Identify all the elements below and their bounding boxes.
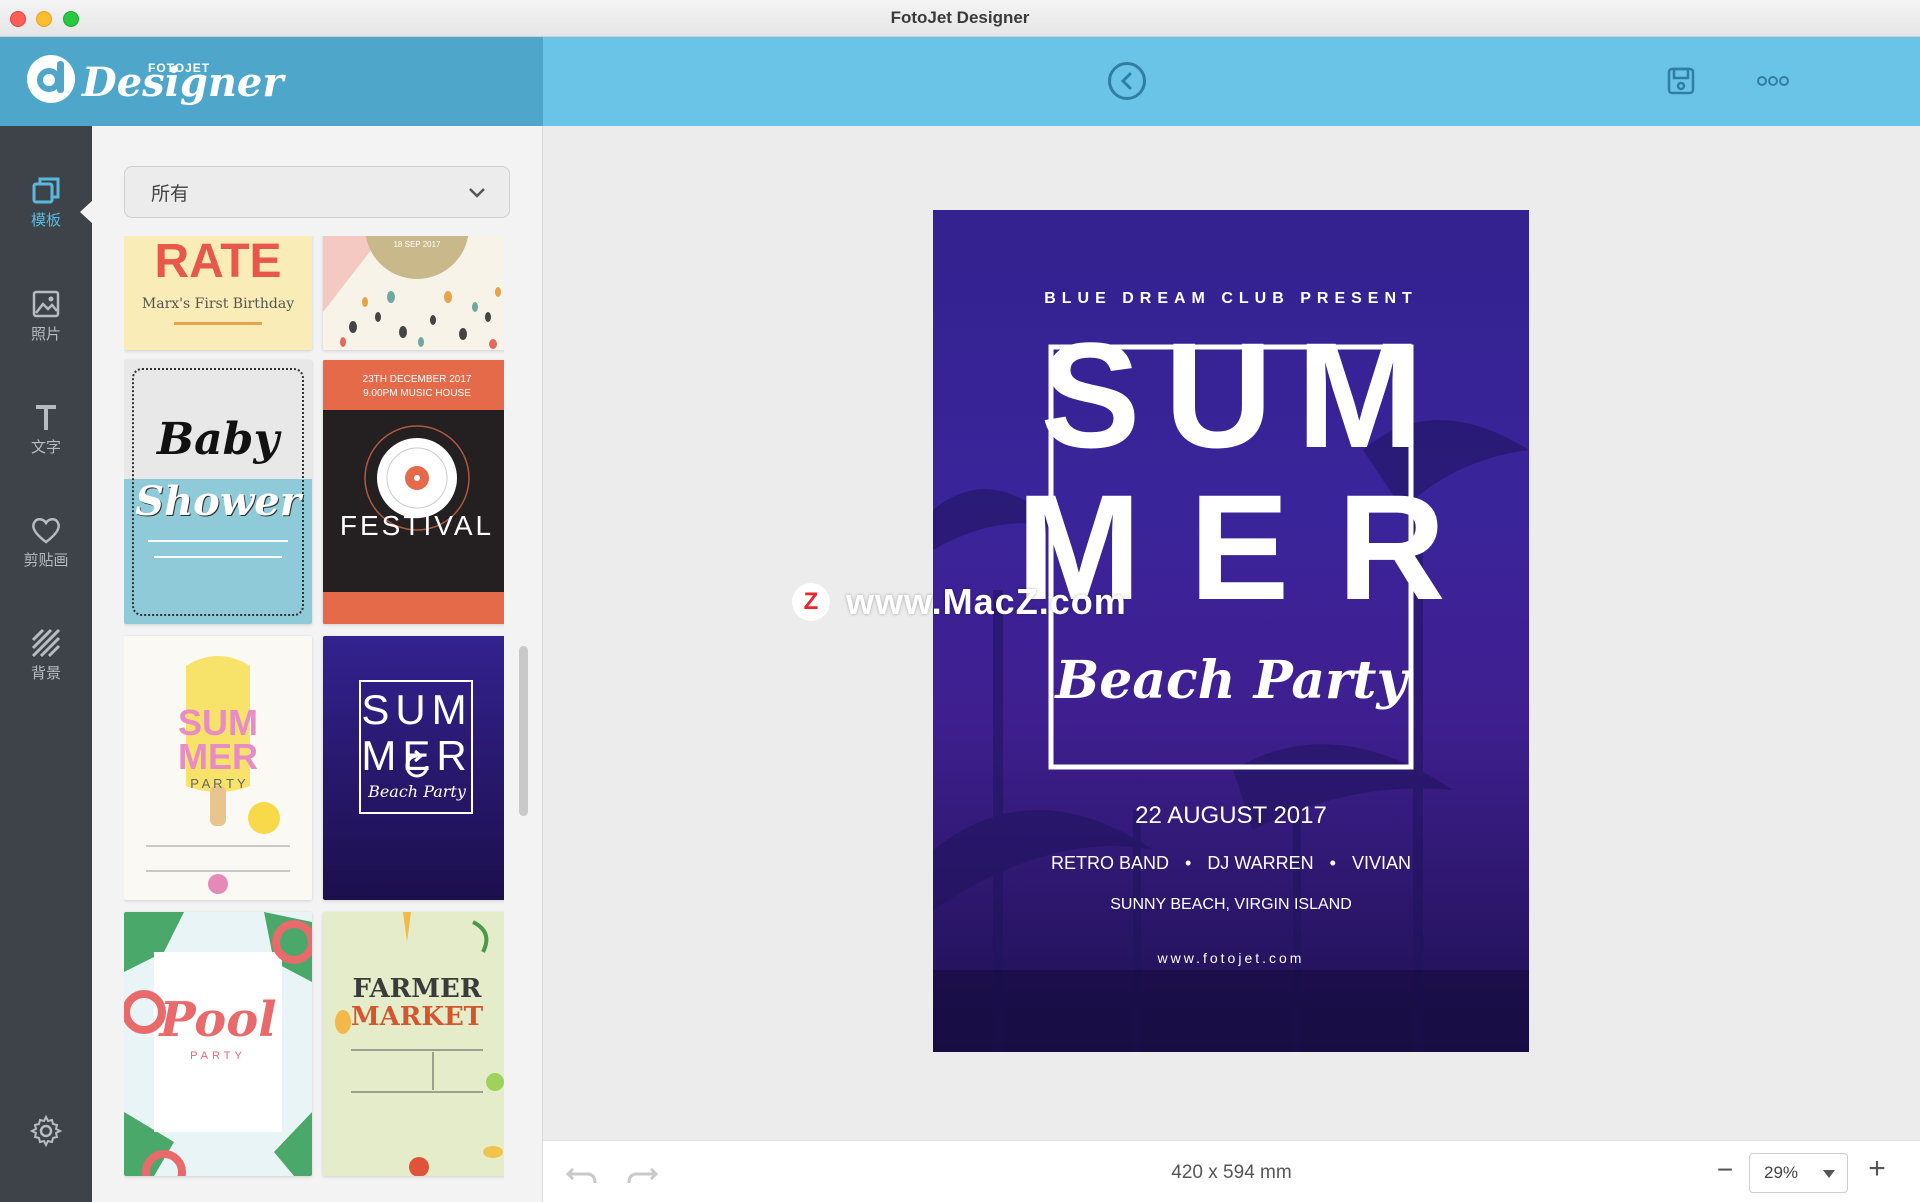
background-icon (31, 628, 61, 657)
caret-down-icon (1823, 1170, 1835, 1178)
sidebar-item-clipart[interactable]: 剪贴画 (0, 498, 92, 584)
template-thumb-text: 23TH DECEMBER 2017 (362, 374, 472, 385)
template-thumb-text: MER (178, 736, 258, 777)
poster-website[interactable]: www.fotojet.com (933, 950, 1529, 966)
sidebar-item-background[interactable]: 背景 (0, 611, 92, 697)
zoom-select[interactable]: 29% (1749, 1153, 1848, 1193)
sidebar-item-photos[interactable]: 照片 (0, 272, 92, 358)
template-thumb[interactable]: FARMER MARKET (323, 912, 504, 1176)
title-bar: FotoJet Designer (0, 0, 1920, 37)
logo-text: Designer (82, 59, 284, 106)
sidebar-item-text[interactable]: 文字 (0, 385, 92, 471)
sidebar: 模板 照片 文字 剪贴画 背景 (0, 126, 93, 1202)
more-icon (1757, 76, 1789, 86)
watermark-badge: Z (792, 583, 830, 621)
bullet-icon: • (1185, 853, 1192, 873)
zoom-out-button[interactable]: − (1713, 1156, 1737, 1185)
watermark: Z www.MacZ.com (792, 580, 1127, 624)
sidebar-item-label: 文字 (30, 438, 61, 456)
template-thumb[interactable]: RATE Marx's First Birthday (124, 236, 312, 350)
canvas-area: BLUE DREAM CLUB PRESENT SUM MER Beach Pa… (543, 126, 1920, 1140)
template-thumb-text: Marx's First Birthday (141, 296, 295, 312)
bullet-icon: • (1329, 853, 1336, 873)
sidebar-item-templates[interactable]: 模板 (0, 158, 93, 244)
sidebar-item-label: 照片 (30, 325, 61, 343)
back-button[interactable] (1108, 62, 1146, 100)
template-thumb[interactable]: Baby Shower (124, 360, 312, 624)
window-title: FotoJet Designer (890, 8, 1030, 27)
poster-band: DJ WARREN (1207, 853, 1314, 873)
save-button[interactable] (1661, 61, 1701, 101)
template-thumb-text: FESTIVAL (339, 510, 495, 541)
text-icon (36, 404, 56, 430)
template-thumb-art (323, 236, 501, 349)
chevron-down-icon (469, 188, 485, 198)
category-selected: 所有 (151, 183, 190, 205)
heart-icon (32, 517, 60, 544)
template-thumb-text: 18 SEP 2017 (393, 240, 441, 249)
app-header-brand: FOTOJET Designer (0, 37, 543, 126)
poster-title-line1[interactable]: SUM (933, 320, 1529, 470)
poster-date[interactable]: 22 AUGUST 2017 (933, 802, 1529, 830)
chevron-left-icon (1120, 72, 1132, 90)
vegetable-art (335, 912, 504, 1176)
template-thumb[interactable]: Pool PARTY (124, 912, 312, 1176)
template-thumb-text: Pool (159, 992, 277, 1048)
template-thumb-text: 9.00PM MUSIC HOUSE (363, 388, 471, 399)
template-thumb-text: P A R T Y (190, 776, 246, 791)
template-thumb-text: Shower (135, 478, 301, 525)
settings-button[interactable] (0, 1102, 92, 1162)
more-button[interactable] (1751, 65, 1795, 97)
template-panel: 所有 RATE Marx's First Birthday 18 SEP 201… (92, 126, 543, 1202)
template-thumb[interactable]: 18 SEP 2017 (323, 236, 504, 350)
category-dropdown[interactable]: 所有 (124, 166, 510, 218)
poster-presenter[interactable]: BLUE DREAM CLUB PRESENT (933, 290, 1529, 308)
template-icon (32, 177, 60, 203)
zoom-in-button[interactable]: + (1865, 1154, 1889, 1185)
app-toolbar (543, 37, 1920, 126)
refresh-icon (405, 749, 429, 778)
poster-canvas[interactable]: BLUE DREAM CLUB PRESENT SUM MER Beach Pa… (933, 210, 1529, 1052)
template-thumb-selected[interactable]: SUM MER Beach Party (323, 636, 504, 900)
poster-location[interactable]: SUNNY BEACH, VIRGIN ISLAND (933, 896, 1529, 914)
template-thumb-text: Baby (156, 414, 280, 465)
bottom-bar: 420 x 594 mm − 29% + (543, 1140, 1920, 1202)
poster-script[interactable]: Beach Party (933, 650, 1529, 711)
save-icon (1667, 67, 1695, 95)
logo-icon (27, 55, 75, 103)
template-thumb-text: Beach Party (368, 782, 466, 801)
photo-icon (32, 290, 60, 317)
template-grid: RATE Marx's First Birthday 18 SEP 2017 B… (124, 236, 504, 1202)
template-thumb-text: RATE (154, 236, 282, 288)
template-thumb[interactable]: 23TH DECEMBER 2017 9.00PM MUSIC HOUSE FE… (323, 360, 504, 624)
poster-lineup[interactable]: RETRO BAND • DJ WARREN • VIVIAN (933, 853, 1529, 874)
zoom-value: 29% (1764, 1163, 1799, 1182)
poster-band: RETRO BAND (1050, 853, 1169, 873)
sidebar-item-label: 剪贴画 (23, 551, 69, 569)
poster-band: VIVIAN (1351, 853, 1411, 873)
gear-icon (29, 1114, 63, 1148)
watermark-text: www.MacZ.com (846, 581, 1127, 622)
template-thumb-text: PARTY (190, 1050, 246, 1062)
template-thumb[interactable]: SUM MER P A R T Y (124, 636, 312, 900)
template-thumb-text: SUM (361, 686, 473, 733)
template-scrollbar[interactable] (519, 646, 528, 816)
sidebar-item-label: 背景 (30, 664, 61, 682)
sidebar-item-label: 模板 (30, 211, 61, 229)
